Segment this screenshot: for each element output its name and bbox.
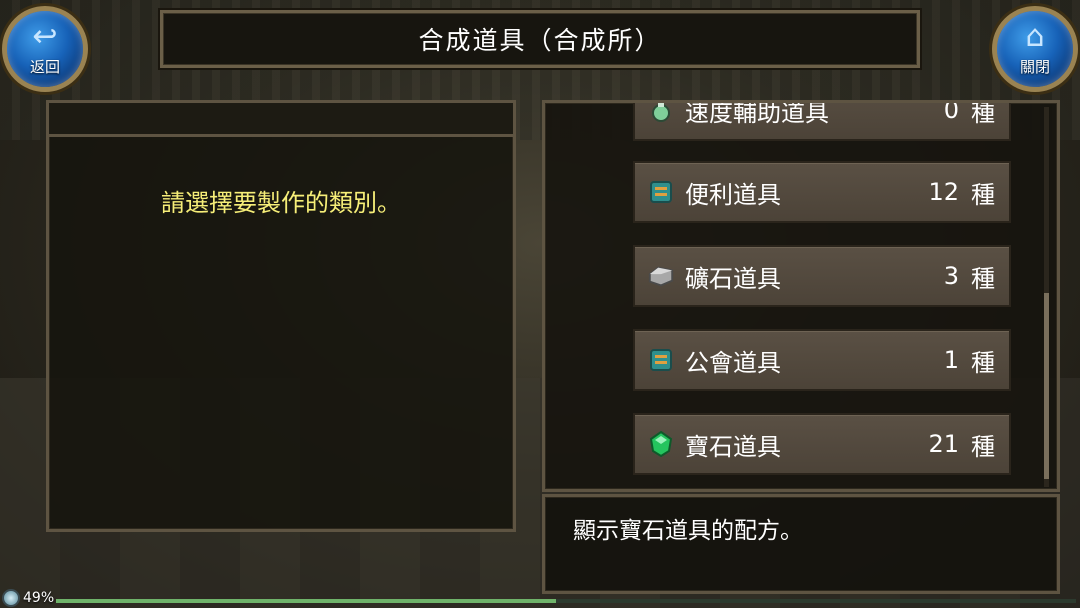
back-arrow-icon: ↩ [32, 18, 58, 54]
battery-percent: 49% [23, 590, 55, 606]
list-item-guild[interactable]: 公會道具 1 種 [633, 329, 1011, 391]
book-icon [647, 178, 675, 206]
list-item-speed-assist[interactable]: 速度輔助道具 0 種 [633, 100, 1011, 141]
list-item-unit: 種 [971, 432, 995, 461]
list-item-unit: 種 [971, 100, 995, 127]
battery-icon [2, 589, 20, 607]
home-icon: ⌂ [1025, 18, 1045, 54]
list-item-count: 0 [943, 100, 959, 124]
list-item-count: 21 [928, 430, 959, 458]
close-button[interactable]: ⌂ 關閉 [992, 6, 1078, 92]
description-text: 顯示寶石道具的配方。 [573, 518, 803, 544]
ore-icon [647, 262, 675, 290]
back-button-label: 返回 [29, 57, 60, 76]
list-item-label: 公會道具 [685, 348, 781, 377]
book-icon [647, 346, 675, 374]
battery-indicator: 49% [2, 588, 54, 608]
info-panel-header [49, 103, 513, 137]
gem-icon [647, 430, 675, 458]
list-item-label: 礦石道具 [685, 264, 781, 293]
back-button[interactable]: ↩ 返回 [2, 6, 88, 92]
list-item-label: 速度輔助道具 [685, 100, 829, 127]
category-list[interactable]: 速度輔助道具 0 種 便利道具 12 種 礦石道具 3 種 公會道具 1 種 寶… [542, 100, 1060, 492]
battery-bar [56, 599, 1076, 603]
list-item-gem[interactable]: 寶石道具 21 種 [633, 413, 1011, 475]
list-item-convenience[interactable]: 便利道具 12 種 [633, 161, 1011, 223]
list-item-unit: 種 [971, 180, 995, 209]
info-panel: 請選擇要製作的類別。 [46, 100, 516, 532]
category-prompt: 請選擇要製作的類別。 [161, 189, 401, 217]
page-title: 合成道具（合成所） [418, 26, 662, 55]
close-button-label: 關閉 [1019, 57, 1050, 76]
list-item-count: 1 [943, 346, 959, 374]
title-bar: 合成道具（合成所） [160, 10, 920, 68]
list-item-ore[interactable]: 礦石道具 3 種 [633, 245, 1011, 307]
list-item-unit: 種 [971, 348, 995, 377]
list-item-count: 12 [928, 178, 959, 206]
list-item-count: 3 [943, 262, 959, 290]
list-item-unit: 種 [971, 264, 995, 293]
list-item-label: 寶石道具 [685, 432, 781, 461]
potion-icon [647, 103, 675, 124]
battery-bar-fill [56, 599, 556, 603]
list-scrollbar-thumb[interactable] [1044, 293, 1049, 479]
description-panel: 顯示寶石道具的配方。 [542, 494, 1060, 594]
list-item-label: 便利道具 [685, 180, 781, 209]
list-scrollbar[interactable] [1044, 107, 1049, 487]
